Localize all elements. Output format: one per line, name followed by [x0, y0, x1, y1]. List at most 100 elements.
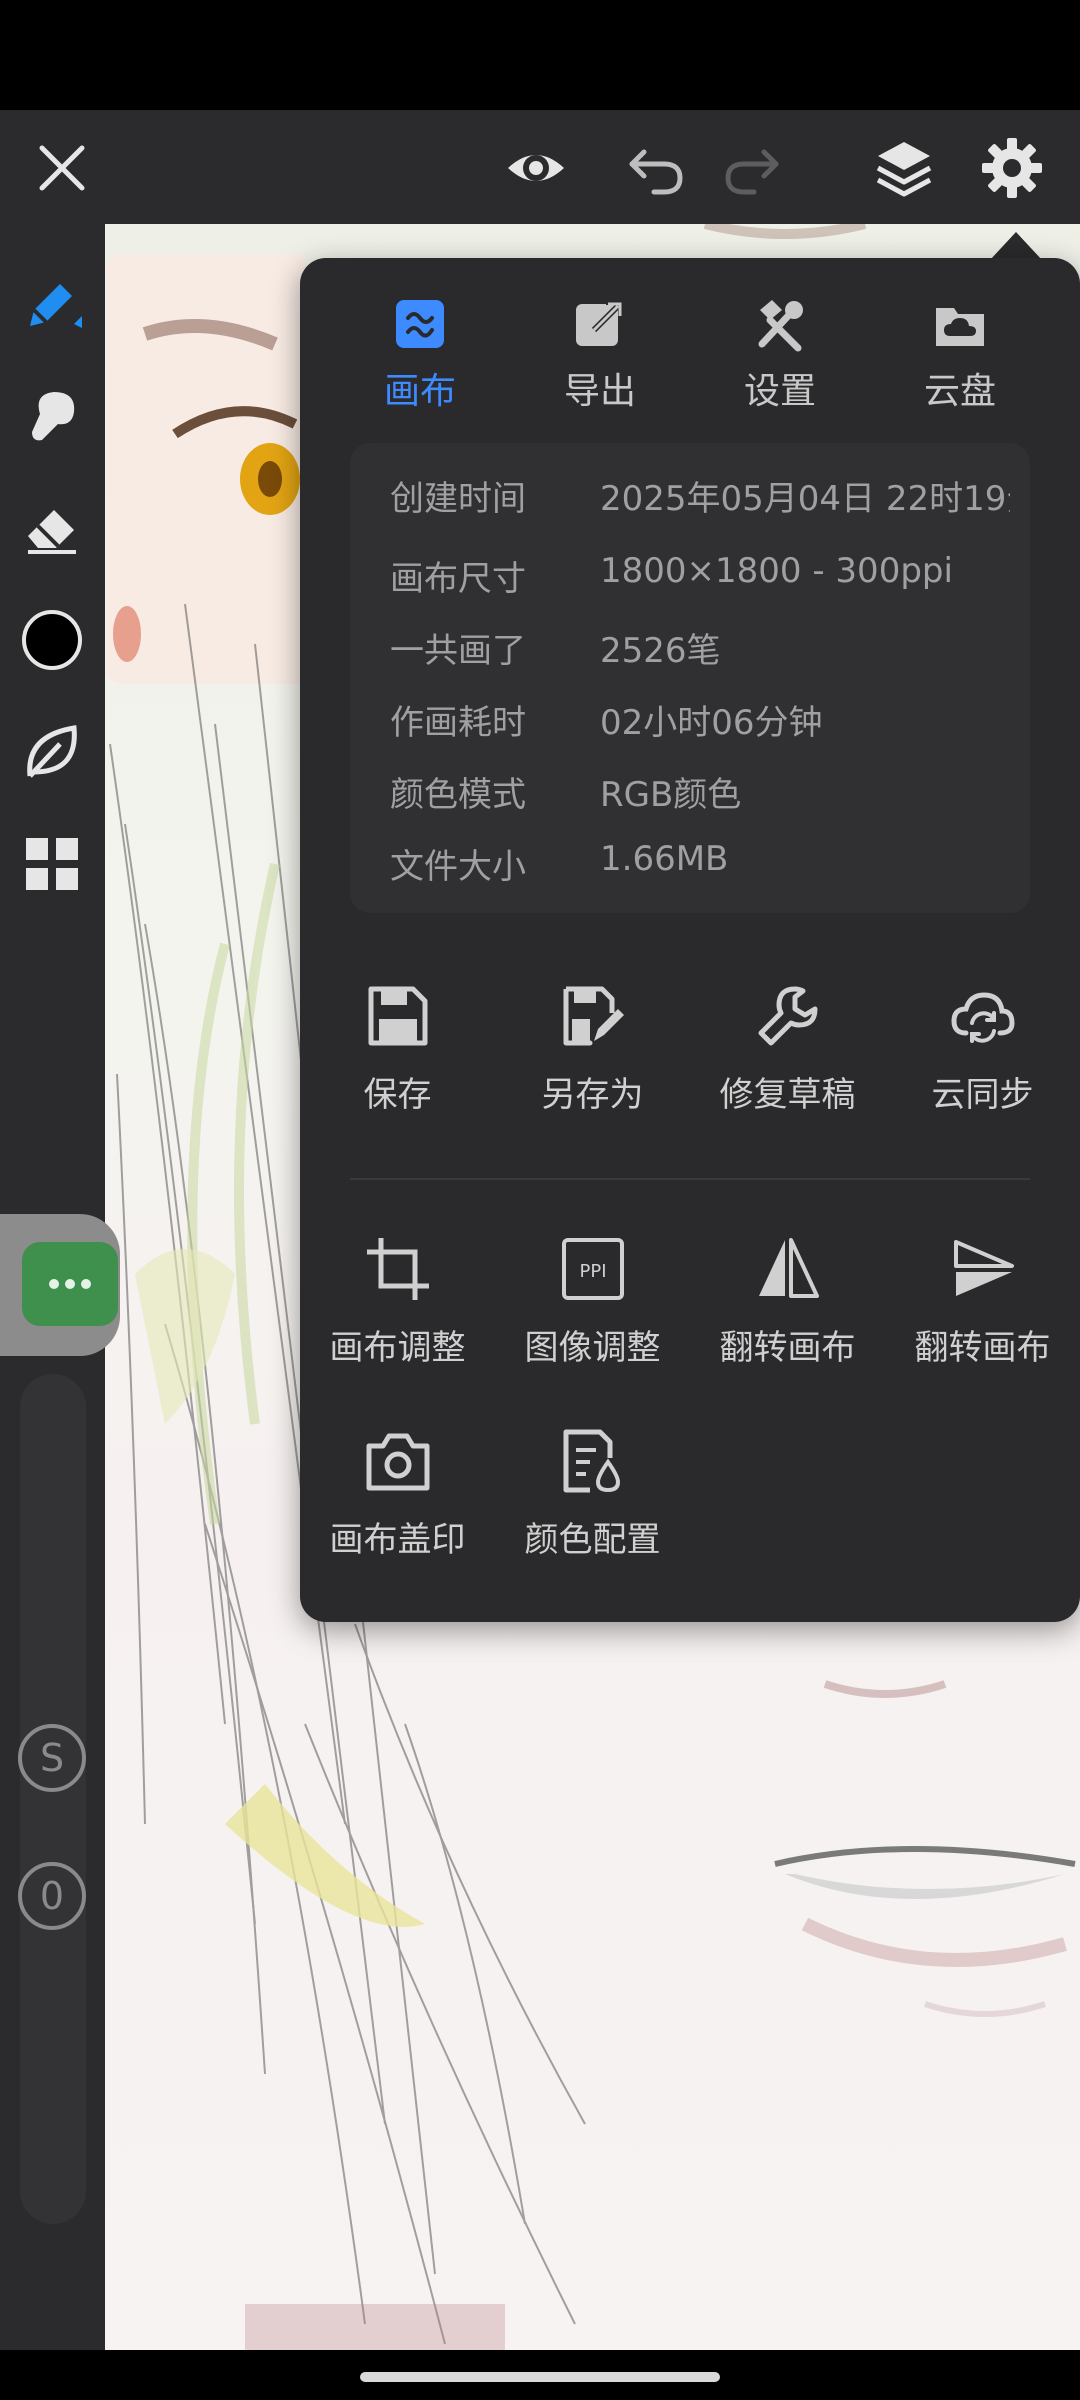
left-tool-rail: S 0: [0, 224, 120, 2350]
repair-draft-button[interactable]: 修复草稿: [690, 983, 885, 1133]
info-value: 2025年05月04日 22时19分: [600, 479, 1010, 519]
zero-button[interactable]: 0: [18, 1862, 86, 1930]
popup-tabs: 画布 导出 设置 云盘: [300, 288, 1080, 428]
more-button-wrap: [0, 1214, 120, 1356]
s-button[interactable]: S: [18, 1724, 86, 1792]
eye-icon: [508, 155, 564, 181]
flip-vertical-label: 翻转画布: [914, 1328, 1051, 1368]
undo-button[interactable]: [616, 128, 696, 208]
canvas-menu-popup: 画布 导出 设置 云盘 创建时间 2025年05月04日 22时19分 画布尺寸…: [300, 258, 1080, 1622]
layers-button[interactable]: [864, 128, 944, 208]
info-value: 1800×1800 - 300ppi: [600, 551, 953, 591]
close-button[interactable]: [22, 128, 102, 208]
smudge-icon: [32, 392, 75, 441]
flip-horizontal-label: 翻转画布: [719, 1328, 856, 1368]
info-value: 02小时06分钟: [600, 703, 823, 743]
cloud-sync-button[interactable]: 云同步: [885, 983, 1080, 1133]
info-value: 1.66MB: [600, 839, 729, 879]
top-toolbar: [0, 110, 1080, 224]
canvas-stamp-button[interactable]: 画布盖印: [300, 1428, 495, 1578]
canvas-actions-row: 画布调整 PPI 图像调整 翻转画布 翻转画布: [300, 1236, 1080, 1386]
info-value: 2526笔: [600, 631, 721, 671]
info-key: 作画耗时: [390, 703, 526, 743]
info-row-color-mode: 颜色模式 RGB颜色: [390, 767, 1010, 827]
cloud-folder-icon: [936, 308, 984, 346]
canvas-adjust-label: 画布调整: [329, 1328, 466, 1368]
tab-canvas-label: 画布: [383, 371, 456, 412]
ppi-icon: PPI: [561, 1238, 624, 1300]
tab-canvas[interactable]: 画布: [330, 288, 510, 428]
gear-icon: [982, 138, 1042, 198]
grid-icon: [26, 838, 78, 890]
leaf-icon: [27, 725, 77, 778]
tools-icon: [758, 300, 803, 352]
layers-icon: [876, 142, 932, 197]
system-nav-bar: [0, 2350, 1080, 2400]
zero-button-label: 0: [39, 1874, 65, 1918]
color-profile-button[interactable]: 颜色配置: [495, 1428, 690, 1578]
camera-icon: [366, 1433, 429, 1491]
more-button[interactable]: [22, 1242, 118, 1326]
image-adjust-label: 图像调整: [524, 1328, 661, 1368]
smudge-tool[interactable]: [12, 376, 92, 456]
save-as-button[interactable]: 另存为: [495, 983, 690, 1133]
color-profile-label: 颜色配置: [524, 1520, 661, 1560]
settings-button[interactable]: [972, 128, 1052, 208]
info-row-size: 画布尺寸 1800×1800 - 300ppi: [390, 551, 1010, 611]
undo-icon: [629, 149, 683, 195]
color-picker[interactable]: [12, 600, 92, 680]
save-as-icon: [563, 986, 624, 1046]
brush-library[interactable]: [12, 712, 92, 792]
app-screen: S 0 画布 导出 设置 云盘 创建时间 2025年05月04日 22时19分 …: [0, 0, 1080, 2400]
brush-size-slider[interactable]: [20, 1374, 86, 2224]
materials-button[interactable]: [12, 824, 92, 904]
canvas-stamp-label: 画布盖印: [329, 1520, 466, 1560]
flip-vertical-icon: [953, 1240, 1014, 1296]
wrench-icon: [758, 986, 817, 1046]
canvas-icon: [396, 300, 444, 348]
eraser-tool[interactable]: [12, 488, 92, 568]
info-row-time: 作画耗时 02小时06分钟: [390, 695, 1010, 755]
file-actions-row: 保存 另存为 修复草稿 云同步: [300, 983, 1080, 1133]
canvas-info-panel: 创建时间 2025年05月04日 22时19分 画布尺寸 1800×1800 -…: [350, 443, 1030, 913]
flip-horizontal-button[interactable]: 翻转画布: [690, 1236, 885, 1386]
save-label: 保存: [363, 1075, 432, 1115]
preview-button[interactable]: [496, 128, 576, 208]
info-value: RGB颜色: [600, 775, 742, 815]
info-key: 文件大小: [390, 847, 526, 887]
info-row-strokes: 一共画了 2526笔: [390, 623, 1010, 683]
flip-horizontal-icon: [758, 1238, 819, 1298]
tab-cloud[interactable]: 云盘: [870, 288, 1050, 428]
export-icon: [576, 299, 625, 346]
s-button-label: S: [39, 1736, 65, 1780]
info-row-created: 创建时间 2025年05月04日 22时19分: [390, 471, 1010, 521]
divider: [350, 1178, 1030, 1180]
cloud-sync-label: 云同步: [931, 1075, 1034, 1115]
info-key: 创建时间: [390, 479, 526, 519]
status-bar: [0, 0, 1080, 110]
pen-icon: [30, 284, 82, 328]
info-key: 一共画了: [390, 631, 526, 671]
canvas-adjust-button[interactable]: 画布调整: [300, 1236, 495, 1386]
close-icon: [39, 145, 85, 191]
popup-arrow: [990, 232, 1042, 260]
tab-settings[interactable]: 设置: [690, 288, 870, 428]
eraser-icon: [28, 510, 76, 554]
ppi-icon-text: PPI: [579, 1261, 606, 1282]
save-icon: [368, 986, 427, 1046]
brush-tool[interactable]: [12, 264, 92, 344]
crop-icon: [366, 1238, 429, 1300]
tab-export[interactable]: 导出: [510, 288, 690, 428]
tab-export-label: 导出: [563, 371, 636, 412]
info-key: 颜色模式: [390, 775, 526, 815]
home-indicator[interactable]: [360, 2372, 720, 2382]
redo-button[interactable]: [712, 128, 792, 208]
flip-vertical-button[interactable]: 翻转画布: [885, 1236, 1080, 1386]
more-dots-icon: [49, 1279, 91, 1289]
info-key: 画布尺寸: [390, 559, 526, 599]
redo-icon: [725, 149, 779, 195]
image-adjust-button[interactable]: PPI 图像调整: [495, 1236, 690, 1386]
save-button[interactable]: 保存: [300, 983, 495, 1133]
color-profile-icon: [563, 1429, 620, 1493]
cloud-sync-icon: [950, 992, 1015, 1043]
